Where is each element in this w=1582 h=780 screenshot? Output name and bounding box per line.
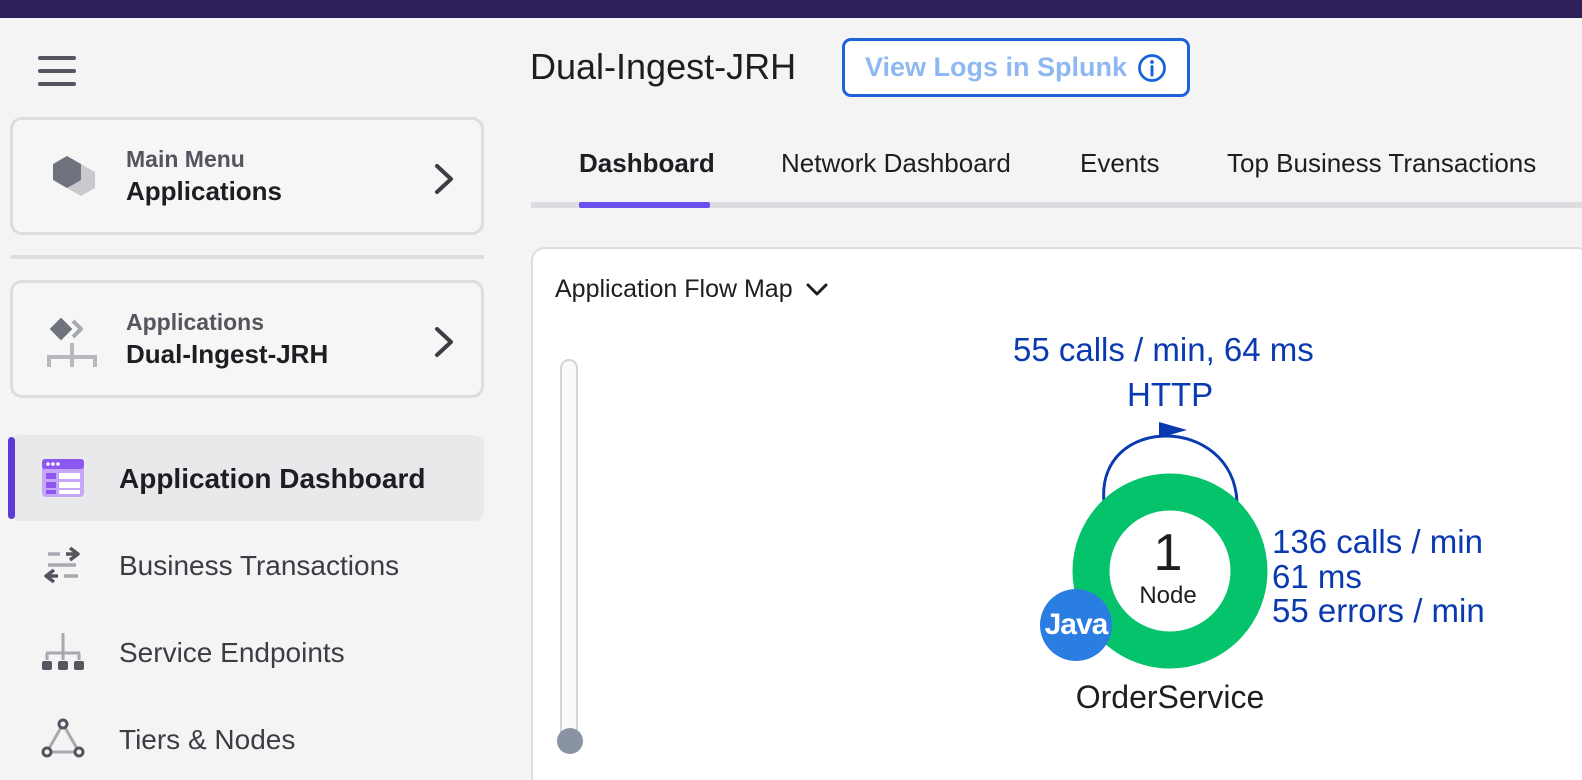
sidebar-item-service-endpoints[interactable]: Service Endpoints xyxy=(10,609,484,695)
main-menu-caption: Main Menu xyxy=(126,146,245,172)
dashboard-icon xyxy=(42,459,84,497)
node-count-label: Node xyxy=(1139,582,1197,609)
application-topology-icon xyxy=(47,317,97,367)
main-menu-card[interactable]: Main Menu Applications xyxy=(10,117,484,235)
transactions-icon xyxy=(44,546,80,584)
top-bar xyxy=(0,0,1582,18)
applications-hexagon-icon xyxy=(53,156,95,196)
sidebar-item-label: Application Dashboard xyxy=(119,463,426,494)
sidebar-item-application-dashboard[interactable]: Application Dashboard xyxy=(8,435,484,521)
application-card[interactable]: Applications Dual-Ingest-JRH xyxy=(10,280,484,398)
application-card-title: Dual-Ingest-JRH xyxy=(126,339,329,369)
node-latency-stat: 61 ms xyxy=(1272,558,1362,595)
node-count: 1 xyxy=(1153,524,1183,582)
sidebar-item-tiers-nodes[interactable]: Tiers & Nodes xyxy=(10,696,484,780)
sidebar-item-label: Service Endpoints xyxy=(119,637,345,668)
edge-stats-label[interactable]: 55 calls / min, 64 ms xyxy=(1013,331,1314,369)
main-menu-title: Applications xyxy=(126,176,283,206)
tab-dashboard[interactable]: Dashboard xyxy=(579,148,715,179)
tab-bar: Dashboard Network Dashboard Events Top B… xyxy=(531,128,1582,208)
edge-protocol-label: HTTP xyxy=(1127,376,1214,413)
node-errors-stat: 55 errors / min xyxy=(1272,592,1485,629)
sidebar-item-business-transactions[interactable]: Business Transactions xyxy=(10,522,484,608)
tab-top-business-transactions[interactable]: Top Business Transactions xyxy=(1227,148,1536,179)
tier-name-label[interactable]: OrderService xyxy=(1053,679,1287,716)
sidebar-item-label: Business Transactions xyxy=(119,550,400,581)
sidebar-item-label: Tiers & Nodes xyxy=(119,724,296,755)
endpoints-icon xyxy=(42,633,84,670)
chevron-right-icon xyxy=(435,164,453,194)
tab-network-dashboard[interactable]: Network Dashboard xyxy=(781,148,1011,179)
page-title: Dual-Ingest-JRH xyxy=(530,46,797,87)
sidebar-divider xyxy=(10,255,484,259)
hamburger-menu-icon[interactable] xyxy=(38,56,78,90)
view-logs-in-splunk-button[interactable]: View Logs in Splunk xyxy=(842,38,1190,97)
application-card-caption: Applications xyxy=(126,309,265,335)
java-agent-icon: Java xyxy=(1040,589,1112,661)
active-tab-indicator xyxy=(579,202,710,208)
flow-map-panel: Application Flow Map 55 calls / min, 64 … xyxy=(531,247,1582,780)
tab-events[interactable]: Events xyxy=(1080,148,1160,179)
node-calls-stat: 136 calls / min xyxy=(1272,523,1483,560)
tiers-icon xyxy=(41,718,85,758)
info-icon xyxy=(1138,53,1166,82)
chevron-right-icon xyxy=(435,327,453,357)
splunk-button-label: View Logs in Splunk xyxy=(864,52,1128,82)
